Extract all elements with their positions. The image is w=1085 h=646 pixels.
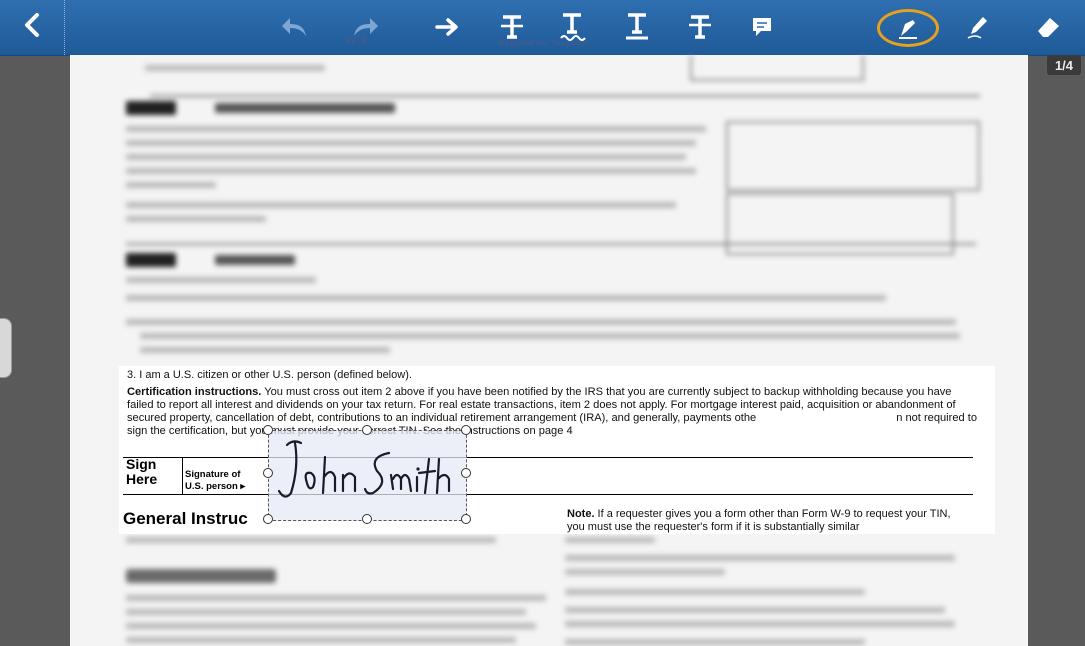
comment-tool[interactable] — [737, 7, 787, 47]
note-text: Note. If a requester gives you a form ot… — [567, 508, 951, 533]
handwritten-signature — [277, 440, 451, 498]
signature-tool[interactable] — [877, 9, 939, 47]
resize-handle-left[interactable] — [263, 468, 273, 478]
arrow-right-icon — [435, 17, 461, 37]
undo-icon — [280, 14, 310, 40]
certification-instructions: Certification instructions. You must cro… — [127, 386, 977, 438]
page-indicator: 1/4 — [1047, 55, 1081, 75]
general-instructions-heading: General Instruc — [123, 509, 248, 528]
redo-button[interactable] — [340, 7, 390, 47]
signature-annotation[interactable] — [263, 425, 471, 524]
blurred-background-content — [70, 55, 1028, 646]
side-panel-tab[interactable] — [0, 318, 12, 378]
signature-of-label: Signature of U.S. person ▸ — [185, 469, 246, 492]
signature-icon — [895, 16, 921, 40]
strikethrough-tool[interactable] — [487, 7, 537, 47]
strikethrough-icon — [499, 13, 525, 41]
eraser-tool[interactable] — [1023, 7, 1073, 47]
resize-handle-bottom[interactable] — [362, 514, 372, 524]
strikeout-icon — [687, 13, 713, 41]
resize-handle-bottom-left[interactable] — [263, 514, 273, 524]
resize-handle-right[interactable] — [461, 468, 471, 478]
underline-icon — [624, 12, 650, 42]
squiggly-tool[interactable] — [547, 7, 597, 47]
chevron-left-icon — [21, 12, 43, 43]
certification-heading: Certification instructions. — [127, 386, 262, 398]
pen-icon — [965, 14, 991, 40]
sign-here-label: Sign Here — [123, 457, 183, 495]
certification-item-3: 3. I am a U.S. citizen or other U.S. per… — [127, 369, 412, 381]
back-button[interactable] — [0, 0, 65, 55]
undo-button[interactable] — [270, 7, 320, 47]
eraser-icon — [1034, 15, 1062, 39]
resize-handle-top-right[interactable] — [461, 425, 471, 435]
sign-here-row: Sign Here Signature of U.S. person ▸ — [123, 457, 973, 495]
underline-tool[interactable] — [612, 7, 662, 47]
pen-tool[interactable] — [953, 7, 1003, 47]
resize-handle-top-left[interactable] — [263, 425, 273, 435]
squiggly-underline-icon — [558, 12, 586, 42]
strikeout-tool[interactable] — [675, 7, 725, 47]
arrow-tool[interactable] — [423, 7, 473, 47]
redo-icon — [350, 14, 380, 40]
comment-icon — [750, 15, 774, 39]
document-page — [70, 55, 1028, 646]
resize-handle-top[interactable] — [362, 425, 372, 435]
annotation-toolbar: W-9 Request for Taxpayer — [0, 0, 1085, 56]
certification-region: 3. I am a U.S. citizen or other U.S. per… — [119, 366, 995, 534]
resize-handle-bottom-right[interactable] — [461, 514, 471, 524]
